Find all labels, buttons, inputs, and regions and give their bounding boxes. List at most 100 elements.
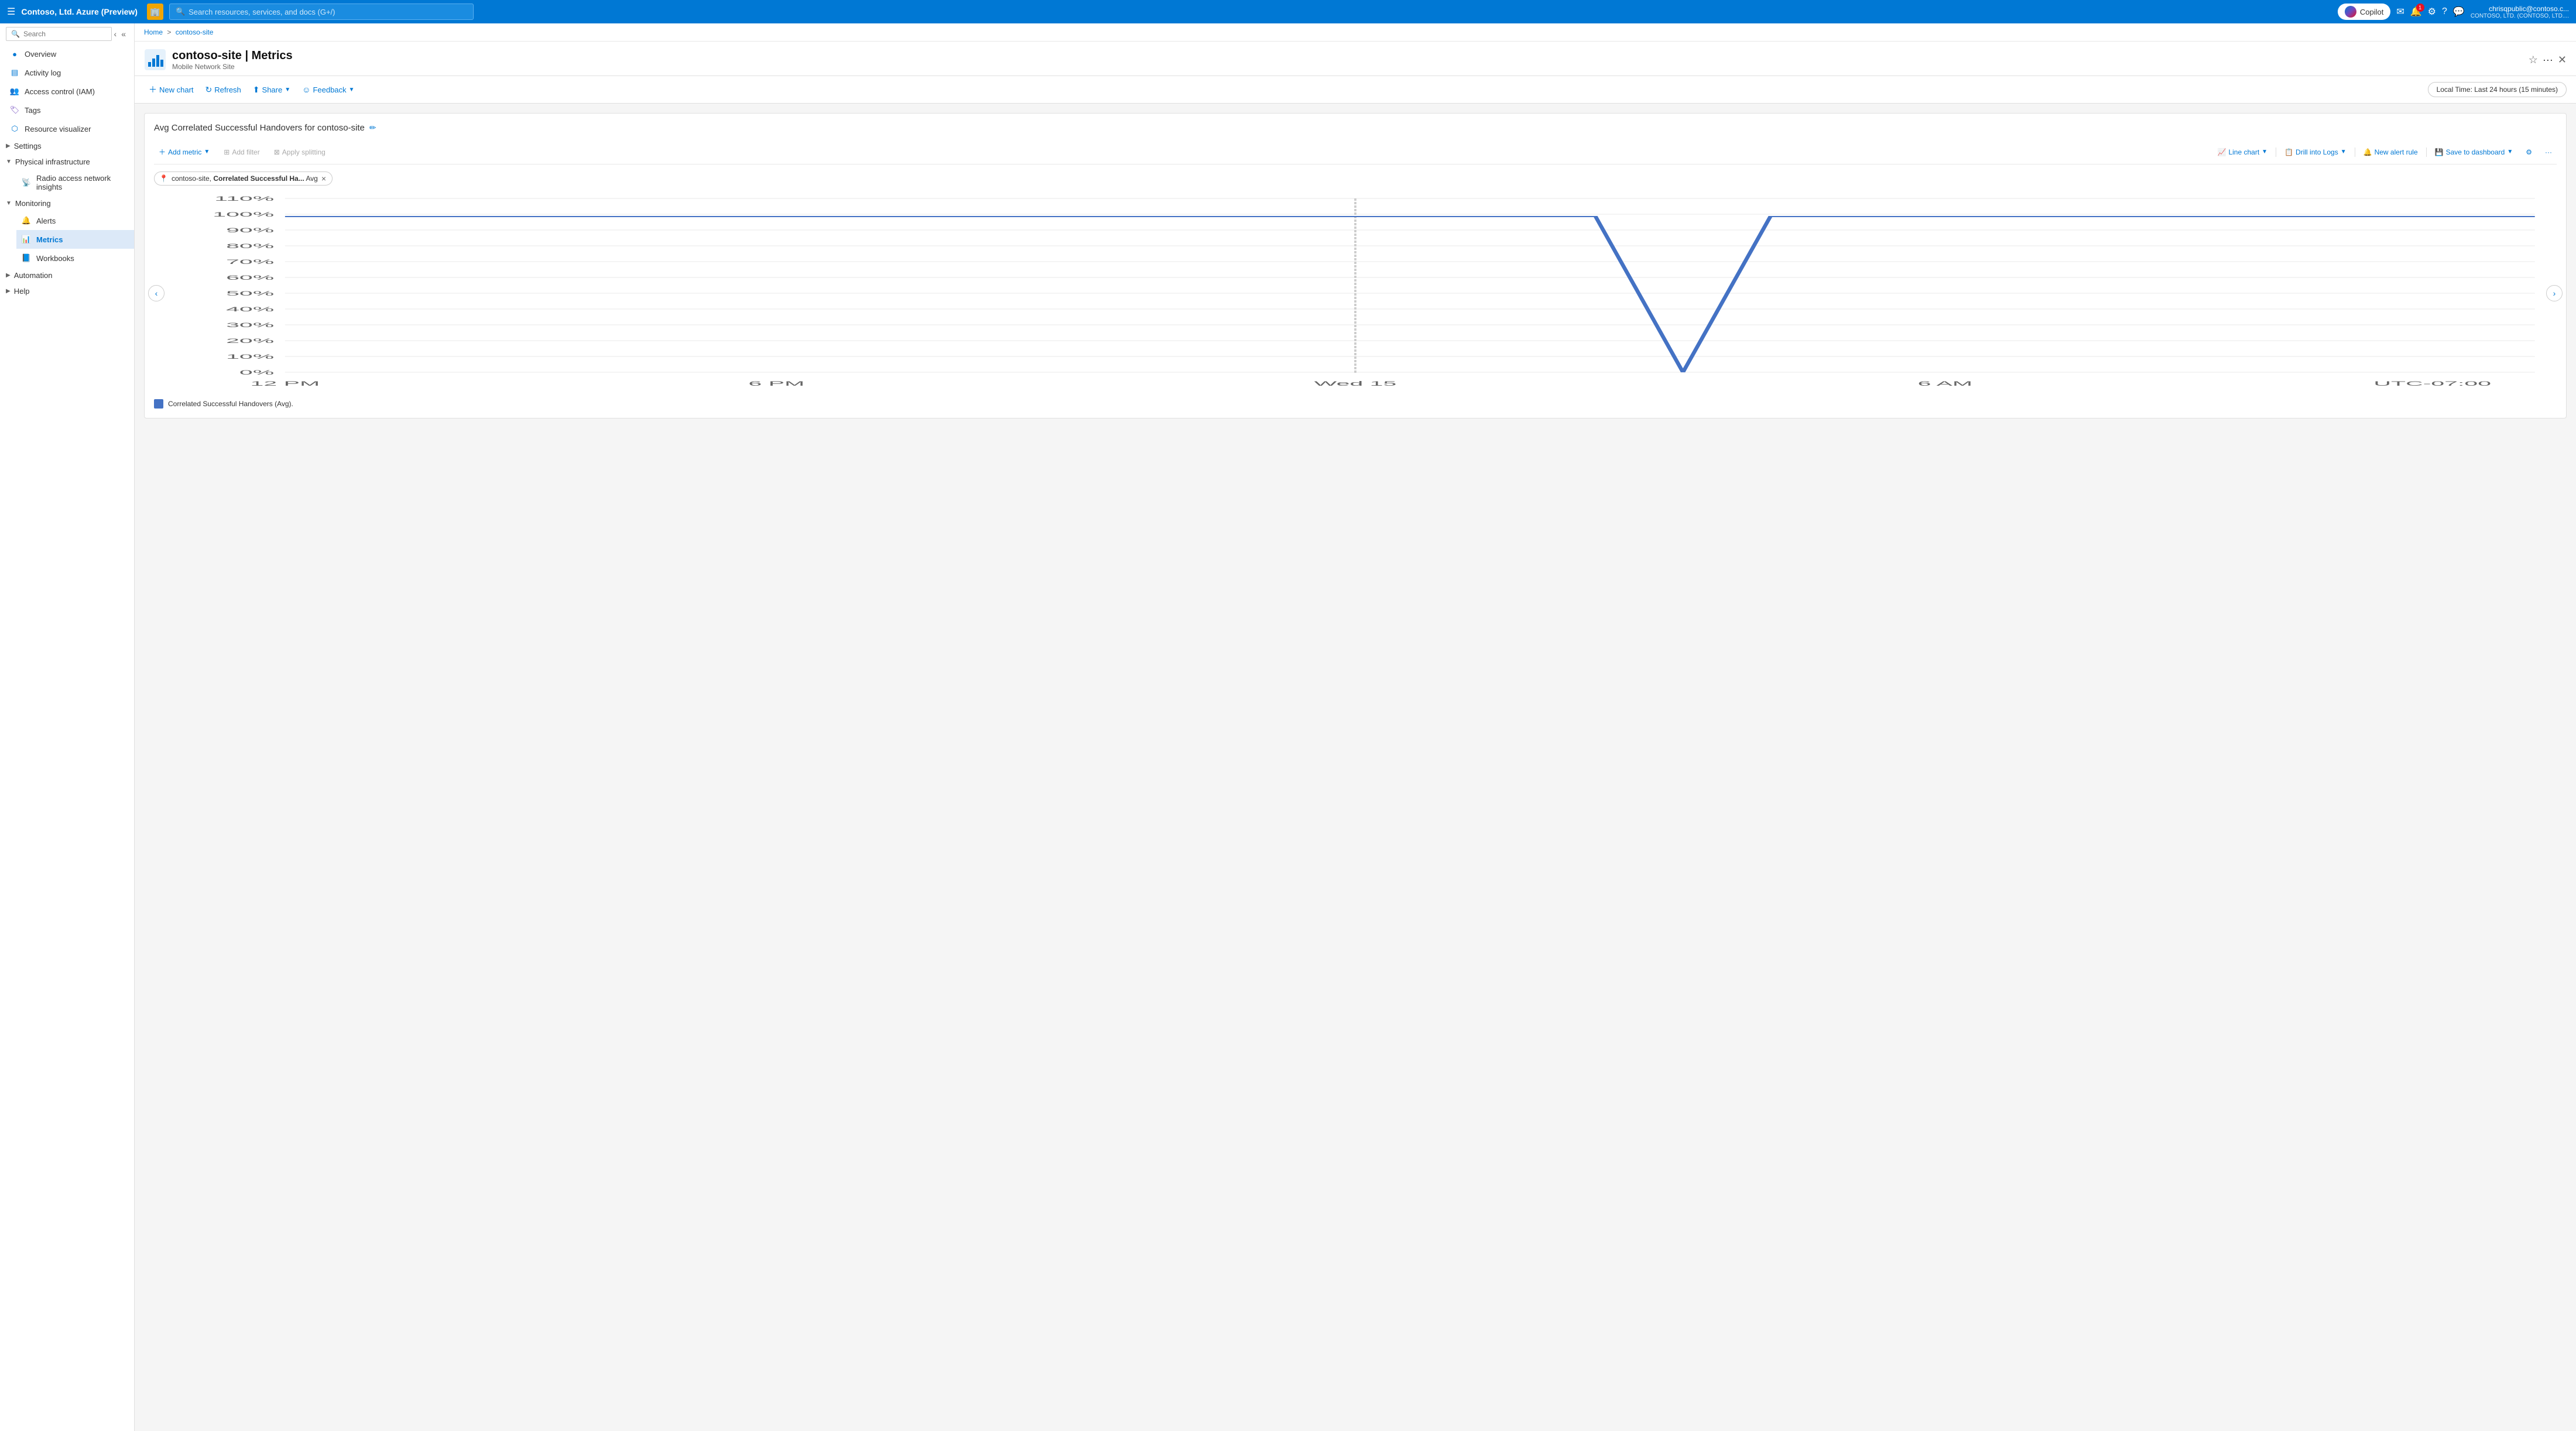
breadcrumb: Home > contoso-site [135,23,2576,42]
sidebar-item-label-overview: Overview [25,50,56,59]
chart-title-edit-button[interactable]: ✏ [369,123,376,133]
notifications-icon[interactable]: 🔔 1 [2410,6,2422,18]
activity-log-icon: ▤ [9,67,20,78]
sidebar-item-label-radio: Radio access network insights [36,174,128,191]
more-button[interactable]: ··· [2543,54,2553,66]
new-alert-rule-button[interactable]: 🔔 New alert rule [2359,146,2423,159]
sidebar-group-settings[interactable]: ▶ Settings [0,138,134,154]
mail-icon[interactable]: ✉ [2396,6,2404,18]
sidebar-group-label-monitoring: Monitoring [15,199,51,208]
sidebar-item-resource-visualizer[interactable]: ⬡ Resource visualizer [0,119,134,138]
breadcrumb-home[interactable]: Home [144,28,163,36]
sidebar-item-overview[interactable]: ● Overview [0,44,134,63]
sidebar-item-metrics[interactable]: 📊 Metrics [16,230,134,249]
sidebar-item-label-metrics: Metrics [36,235,63,244]
sidebar-item-label-visualizer: Resource visualizer [25,125,91,133]
sidebar-back-button[interactable]: ‹ [112,27,119,41]
metrics-icon: 📊 [21,234,32,245]
share-icon: ⬆ [253,85,260,95]
close-button[interactable]: ✕ [2558,54,2567,66]
alerts-icon: 🔔 [21,215,32,226]
settings-icon[interactable]: ⚙ [2428,6,2436,18]
main-layout: 🔍 ‹ « ● Overview ▤ Activity log 👥 Access… [0,23,2576,1431]
legend-color-swatch [154,399,163,409]
sidebar-item-workbooks[interactable]: 📘 Workbooks [16,249,134,267]
add-filter-button[interactable]: ⊞ Add filter [219,146,264,159]
refresh-icon: ↻ [205,85,213,95]
svg-text:60%: 60% [226,274,274,281]
sidebar-search-box[interactable]: 🔍 [6,27,112,41]
feedback-button[interactable]: ☺ Feedback ▼ [297,82,359,97]
svg-text:12 PM: 12 PM [251,380,320,387]
breadcrumb-current[interactable]: contoso-site [176,28,214,36]
metric-tag-remove-button[interactable]: × [321,174,326,183]
chart-more-button[interactable]: ··· [2540,146,2557,159]
sidebar-search-input[interactable] [23,30,107,38]
sidebar-item-label-alerts: Alerts [36,217,56,225]
help-icon[interactable]: ? [2442,6,2447,17]
chart-container: Avg Correlated Successful Handovers for … [135,104,2576,1431]
chart-card: Avg Correlated Successful Handovers for … [144,113,2567,418]
chart-nav-left-button[interactable]: ‹ [148,285,165,301]
svg-text:0%: 0% [239,369,274,376]
org-icon: 🏢 [147,4,163,20]
chart-nav-right-button[interactable]: › [2546,285,2563,301]
drill-into-logs-button[interactable]: 📋 Drill into Logs ▼ [2280,146,2351,159]
portal-title: Contoso, Ltd. Azure (Preview) [21,7,138,16]
sidebar-collapse-button[interactable]: « [119,27,128,41]
sidebar-item-label-activity: Activity log [25,68,61,77]
access-control-icon: 👥 [9,86,20,97]
sidebar-item-label-tags: Tags [25,106,40,115]
hamburger-menu[interactable]: ☰ [7,6,15,18]
svg-text:6 AM: 6 AM [1918,380,1972,387]
save-to-dashboard-button[interactable]: 💾 Save to dashboard ▼ [2430,146,2518,159]
new-chart-button[interactable]: ＋ New chart [144,81,198,98]
radio-access-icon: 📡 [21,177,32,188]
sidebar-item-alerts[interactable]: 🔔 Alerts [16,211,134,230]
refresh-button[interactable]: ↻ Refresh [201,82,246,98]
save-icon: 💾 [2435,148,2444,156]
add-metric-button[interactable]: ＋ Add metric ▼ [154,145,214,159]
svg-text:100%: 100% [213,211,274,218]
sidebar-group-label-settings: Settings [14,142,42,150]
line-chart-button[interactable]: 📈 Line chart ▼ [2213,146,2273,159]
sidebar: 🔍 ‹ « ● Overview ▤ Activity log 👥 Access… [0,23,135,1431]
add-metric-dropdown-icon: ▼ [204,149,210,155]
sidebar-item-label-iam: Access control (IAM) [25,87,95,96]
chart-settings-button[interactable]: ⚙ [2521,146,2537,159]
svg-text:70%: 70% [226,258,274,265]
sidebar-group-help[interactable]: ▶ Help [0,283,134,299]
sidebar-item-radio-access[interactable]: 📡 Radio access network insights [16,170,134,195]
line-chart-icon: 📈 [2218,148,2226,156]
top-navigation: ☰ Contoso, Ltd. Azure (Preview) 🏢 🔍 Copi… [0,0,2576,23]
sidebar-item-access-control[interactable]: 👥 Access control (IAM) [0,82,134,101]
overview-icon: ● [9,49,20,59]
svg-text:Wed 15: Wed 15 [1314,380,1397,387]
sidebar-item-label-workbooks: Workbooks [36,254,74,263]
metric-tag-label: contoso-site, Correlated Successful Ha..… [172,174,318,183]
help-chevron-icon: ▶ [6,288,11,294]
global-search-input[interactable] [189,8,467,16]
sidebar-item-tags[interactable]: 🏷 Tags [0,101,134,119]
share-dropdown-icon: ▼ [285,87,290,93]
sidebar-group-monitoring[interactable]: ▼ Monitoring [0,195,134,211]
alert-rule-icon: 🔔 [2363,148,2372,156]
sidebar-group-physical[interactable]: ▼ Physical infrastructure [0,154,134,170]
tags-icon: 🏷 [9,105,20,115]
page-subtitle: Mobile Network Site [172,63,2523,71]
chart-title: Avg Correlated Successful Handovers for … [154,123,365,133]
feedback-icon[interactable]: 💬 [2453,6,2465,18]
time-range-button[interactable]: Local Time: Last 24 hours (15 minutes) [2428,82,2567,97]
sidebar-group-automation[interactable]: ▶ Automation [0,267,134,283]
global-search-bar[interactable]: 🔍 [169,4,474,20]
svg-text:UTC-07:00: UTC-07:00 [2373,380,2491,387]
user-info[interactable]: chrisqpublic@contoso.c... CONTOSO, LTD. … [2471,5,2569,19]
line-chart-dropdown-icon: ▼ [2262,149,2267,155]
svg-text:30%: 30% [226,321,274,328]
share-button[interactable]: ⬆ Share ▼ [248,82,295,98]
copilot-button[interactable]: Copilot [2338,4,2390,20]
pin-icon: 📍 [159,174,168,183]
favorite-button[interactable]: ☆ [2529,54,2538,66]
sidebar-item-activity-log[interactable]: ▤ Activity log [0,63,134,82]
apply-splitting-button[interactable]: ⊠ Apply splitting [269,146,330,159]
